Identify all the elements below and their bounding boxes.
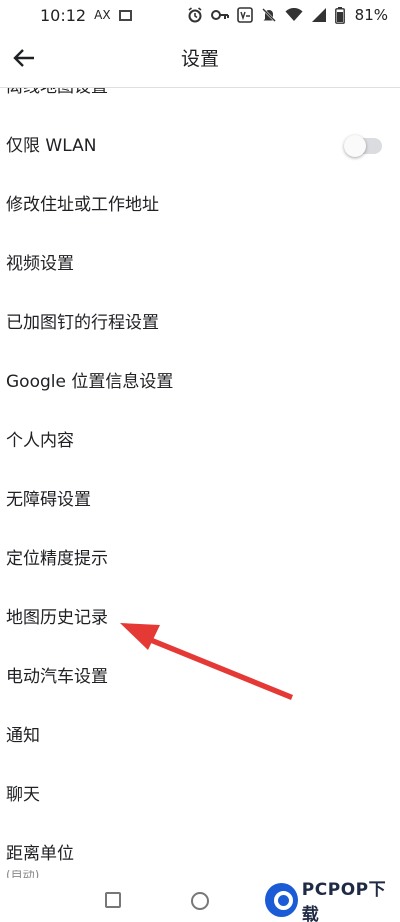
list-item-notifications[interactable]: 通知	[0, 707, 400, 766]
list-item-personal-content[interactable]: 个人内容	[0, 412, 400, 471]
list-item-label: 个人内容	[6, 431, 74, 451]
wlan-only-toggle[interactable]	[344, 135, 382, 157]
battery-icon	[334, 6, 345, 24]
list-item-google-location[interactable]: Google 位置信息设置	[0, 353, 400, 412]
mute-icon	[261, 8, 276, 22]
list-item-offline-maps[interactable]: 离线地图设置	[0, 88, 400, 117]
pcpop-watermark-logo: PCPOP下载	[265, 877, 400, 922]
page-title: 设置	[180, 48, 219, 70]
status-time: 10:12	[40, 5, 87, 25]
list-item-label: 无障碍设置	[6, 490, 91, 510]
status-carrier-tag: AX	[94, 8, 111, 22]
battery-percent: 81%	[354, 6, 388, 24]
list-item-label: 地图历史记录	[6, 608, 108, 628]
list-item-chat[interactable]: 聊天	[0, 766, 400, 825]
list-item-label: 聊天	[6, 785, 40, 805]
list-item-address[interactable]: 修改住址或工作地址	[0, 176, 400, 235]
recents-icon[interactable]	[105, 892, 121, 908]
list-item-maps-history[interactable]: 地图历史记录	[0, 589, 400, 648]
home-icon[interactable]	[191, 892, 209, 910]
list-item-label: 已加图钉的行程设置	[6, 313, 159, 333]
pcpop-logo-icon	[265, 882, 298, 917]
watermark-text: PCPOP下载	[301, 879, 387, 922]
alarm-icon	[188, 7, 202, 23]
volte-icon	[236, 7, 253, 23]
app-bar: 设置	[0, 30, 400, 88]
distance-units-subtitle: (自动)	[6, 870, 40, 878]
status-bar: 10:12 AX 81%	[0, 0, 400, 30]
toggle-knob	[344, 135, 366, 157]
list-item-video[interactable]: 视频设置	[0, 235, 400, 294]
list-item-label: 通知	[6, 726, 40, 746]
wifi-icon	[285, 8, 303, 21]
list-item-label: 视频设置	[6, 254, 74, 274]
list-item-wlan-only[interactable]: 仅限 WLAN	[0, 117, 400, 176]
list-item-label: 电动汽车设置	[6, 667, 108, 687]
list-item-label: 仅限 WLAN	[6, 136, 97, 156]
signal-4g-icon	[311, 8, 326, 22]
list-item-label: 修改住址或工作地址	[6, 195, 159, 215]
list-item-label: 离线地图设置	[6, 88, 108, 117]
list-item-ev-settings[interactable]: 电动汽车设置	[0, 648, 400, 707]
list-item-location-accuracy[interactable]: 定位精度提示	[0, 530, 400, 589]
list-item-distance-units[interactable]: 距离单位	[0, 825, 400, 878]
status-icons: 81%	[187, 6, 388, 24]
image-icon	[118, 9, 132, 21]
list-item-pinned-trips[interactable]: 已加图钉的行程设置	[0, 294, 400, 353]
list-item-label: Google 位置信息设置	[6, 372, 174, 392]
list-item-accessibility[interactable]: 无障碍设置	[0, 471, 400, 530]
key-icon	[210, 10, 229, 20]
settings-list: 离线地图设置 仅限 WLAN 修改住址或工作地址 视频设置 已加图钉的行程设置 …	[0, 88, 400, 878]
list-item-label: 定位精度提示	[6, 549, 108, 569]
